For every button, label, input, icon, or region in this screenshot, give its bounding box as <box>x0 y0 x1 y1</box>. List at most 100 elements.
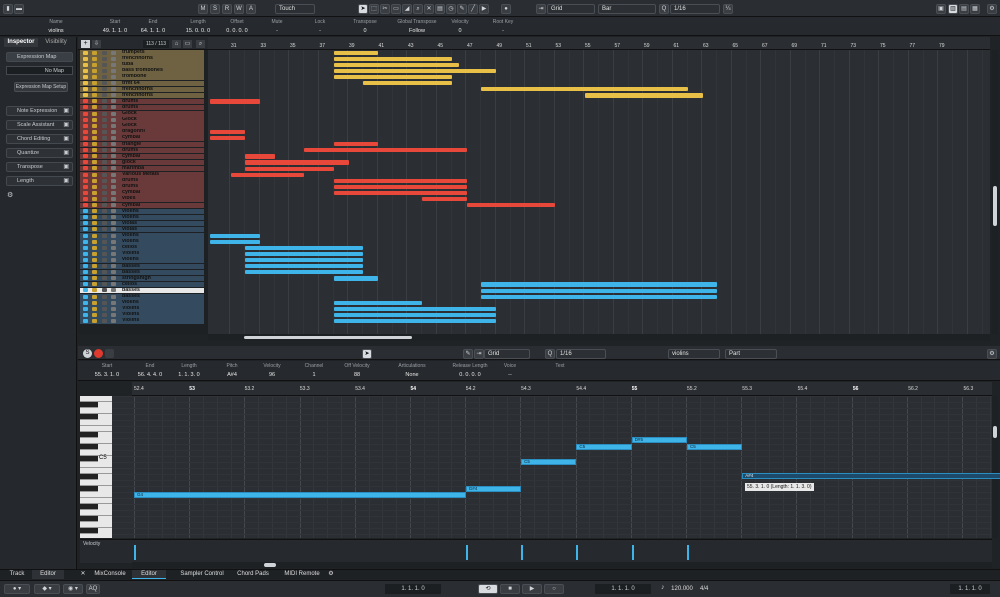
track-row[interactable]: trmt 64 <box>80 80 204 86</box>
track-mute-icon[interactable] <box>92 154 97 159</box>
track-mute-icon[interactable] <box>92 68 97 73</box>
gear-icon[interactable]: ⚙ <box>987 4 997 14</box>
track-monitor-icon[interactable] <box>102 56 107 61</box>
track-row[interactable]: marimba <box>80 165 204 172</box>
track-edit-icon[interactable] <box>111 178 116 183</box>
search-icon[interactable]: ⌕ <box>196 40 205 48</box>
track-monitor-icon[interactable] <box>102 111 107 116</box>
arrange-vertical-scrollbar[interactable] <box>992 50 998 334</box>
tab-midi-remote[interactable]: MIDI Remote <box>280 570 324 579</box>
editor-info-value[interactable]: 55. 3. 1. 0 <box>92 372 122 378</box>
track-mute-icon[interactable] <box>92 105 97 110</box>
track-mute-icon[interactable] <box>92 135 97 140</box>
track-edit-icon[interactable] <box>111 318 116 323</box>
record-in-editor-button[interactable] <box>94 349 103 358</box>
track-monitor-icon[interactable] <box>102 50 107 55</box>
track-edit-icon[interactable] <box>111 172 116 177</box>
track-row[interactable]: trombone <box>80 74 204 80</box>
track-edit-icon[interactable] <box>111 142 116 146</box>
scroll-thumb[interactable] <box>993 186 997 226</box>
editor-vertical-scrollbar[interactable] <box>992 396 998 538</box>
midi-note[interactable]: G#4 <box>465 486 522 492</box>
track-monitor-icon[interactable] <box>102 196 107 201</box>
tool-zoom[interactable]: ⌕ <box>413 4 423 14</box>
track-row[interactable]: violins <box>80 257 204 263</box>
expression-map-dropdown[interactable]: No Map <box>6 66 73 75</box>
track-row[interactable]: tuba <box>80 62 204 68</box>
track-row[interactable]: violins <box>80 300 204 306</box>
track-mute-icon[interactable] <box>92 166 97 171</box>
track-edit-icon[interactable] <box>111 123 116 128</box>
track-row[interactable]: violins <box>80 239 204 245</box>
track-edit-icon[interactable] <box>111 270 116 275</box>
editor-track-dropdown[interactable]: violins <box>668 349 720 359</box>
track-monitor-icon[interactable] <box>102 257 107 262</box>
track-monitor-icon[interactable] <box>102 312 107 317</box>
close-icon[interactable]: ✕ <box>78 570 88 579</box>
velocity-bar[interactable] <box>134 545 136 560</box>
grid-type-dropdown[interactable]: Bar <box>598 4 656 14</box>
track-monitor-icon[interactable] <box>102 166 107 171</box>
track-mute-icon[interactable] <box>92 282 97 287</box>
track-edit-icon[interactable] <box>111 276 116 281</box>
editor-settings-icon[interactable]: ⚙ <box>987 349 997 359</box>
editor-quantize-dropdown[interactable]: 1/16 <box>556 349 606 359</box>
track-row[interactable]: violins <box>80 214 204 221</box>
tool-object-select[interactable]: ➤ <box>358 4 368 14</box>
track-mute-icon[interactable] <box>92 178 97 183</box>
editor-ruler[interactable] <box>132 382 992 396</box>
track-row[interactable]: cymbal <box>80 135 204 141</box>
track-mute-icon[interactable] <box>92 294 97 299</box>
tool-timewarp[interactable]: ◷ <box>446 4 456 14</box>
track-mute-icon[interactable] <box>92 221 97 226</box>
track-mute-icon[interactable] <box>92 74 97 79</box>
track-mute-icon[interactable] <box>92 172 97 177</box>
midi-part[interactable] <box>210 99 261 104</box>
piano-keyboard[interactable] <box>80 396 112 538</box>
track-monitor-icon[interactable] <box>102 93 107 98</box>
left-locator[interactable]: 1. 1. 1. 0 <box>385 584 441 594</box>
midi-part[interactable] <box>481 282 718 287</box>
midi-part[interactable] <box>210 136 246 141</box>
quantize-icon[interactable]: Q <box>659 4 669 14</box>
track-filter-button[interactable]: ⇩ <box>92 40 101 48</box>
track-row[interactable]: Glock <box>80 111 204 117</box>
punch-button[interactable]: ◆ ▾ <box>34 584 60 594</box>
scroll-thumb[interactable] <box>244 336 412 339</box>
track-mute-icon[interactable] <box>92 312 97 317</box>
track-edit-icon[interactable] <box>111 87 116 92</box>
track-edit-icon[interactable] <box>111 251 116 256</box>
track-edit-icon[interactable] <box>111 68 116 73</box>
info-value[interactable]: 49. 1. 1. 0 <box>95 28 135 34</box>
inspector-settings-icon[interactable]: ⚙ <box>7 191 13 199</box>
info-value[interactable]: 0. 0. 0. 0 <box>218 28 256 34</box>
midi-part[interactable] <box>333 319 497 324</box>
editor-info-value[interactable]: 88 <box>340 372 374 378</box>
track-monitor-icon[interactable] <box>102 62 107 67</box>
track-mute-icon[interactable] <box>92 62 97 67</box>
info-value[interactable]: 0 <box>347 28 383 34</box>
scroll-thumb[interactable] <box>993 426 997 438</box>
track-monitor-icon[interactable] <box>102 203 107 207</box>
track-row[interactable]: triangle <box>80 141 204 147</box>
midi-note[interactable]: A#4 <box>742 473 1000 479</box>
track-mute-icon[interactable] <box>92 93 97 98</box>
info-value[interactable]: violins <box>38 28 74 34</box>
track-edit-icon[interactable] <box>111 50 116 55</box>
velocity-lane[interactable] <box>80 539 992 563</box>
midi-part[interactable] <box>333 56 452 61</box>
automation-mode-dropdown[interactable]: Touch <box>275 4 315 14</box>
track-edit-icon[interactable] <box>111 264 116 268</box>
track-mute-icon[interactable] <box>92 318 97 323</box>
velocity-bar[interactable] <box>631 545 634 560</box>
track-edit-icon[interactable] <box>111 81 116 85</box>
tool-erase[interactable]: ◢ <box>402 4 412 14</box>
midi-part[interactable] <box>245 270 364 275</box>
quantize-dropdown[interactable]: 1/16 <box>670 4 720 14</box>
track-monitor-icon[interactable] <box>102 87 107 92</box>
track-edit-icon[interactable] <box>111 154 116 159</box>
layout-button-1[interactable]: ▣ <box>936 4 946 14</box>
midi-part[interactable] <box>210 129 246 135</box>
track-row[interactable]: celios <box>80 245 204 251</box>
track-monitor-icon[interactable] <box>102 117 107 122</box>
